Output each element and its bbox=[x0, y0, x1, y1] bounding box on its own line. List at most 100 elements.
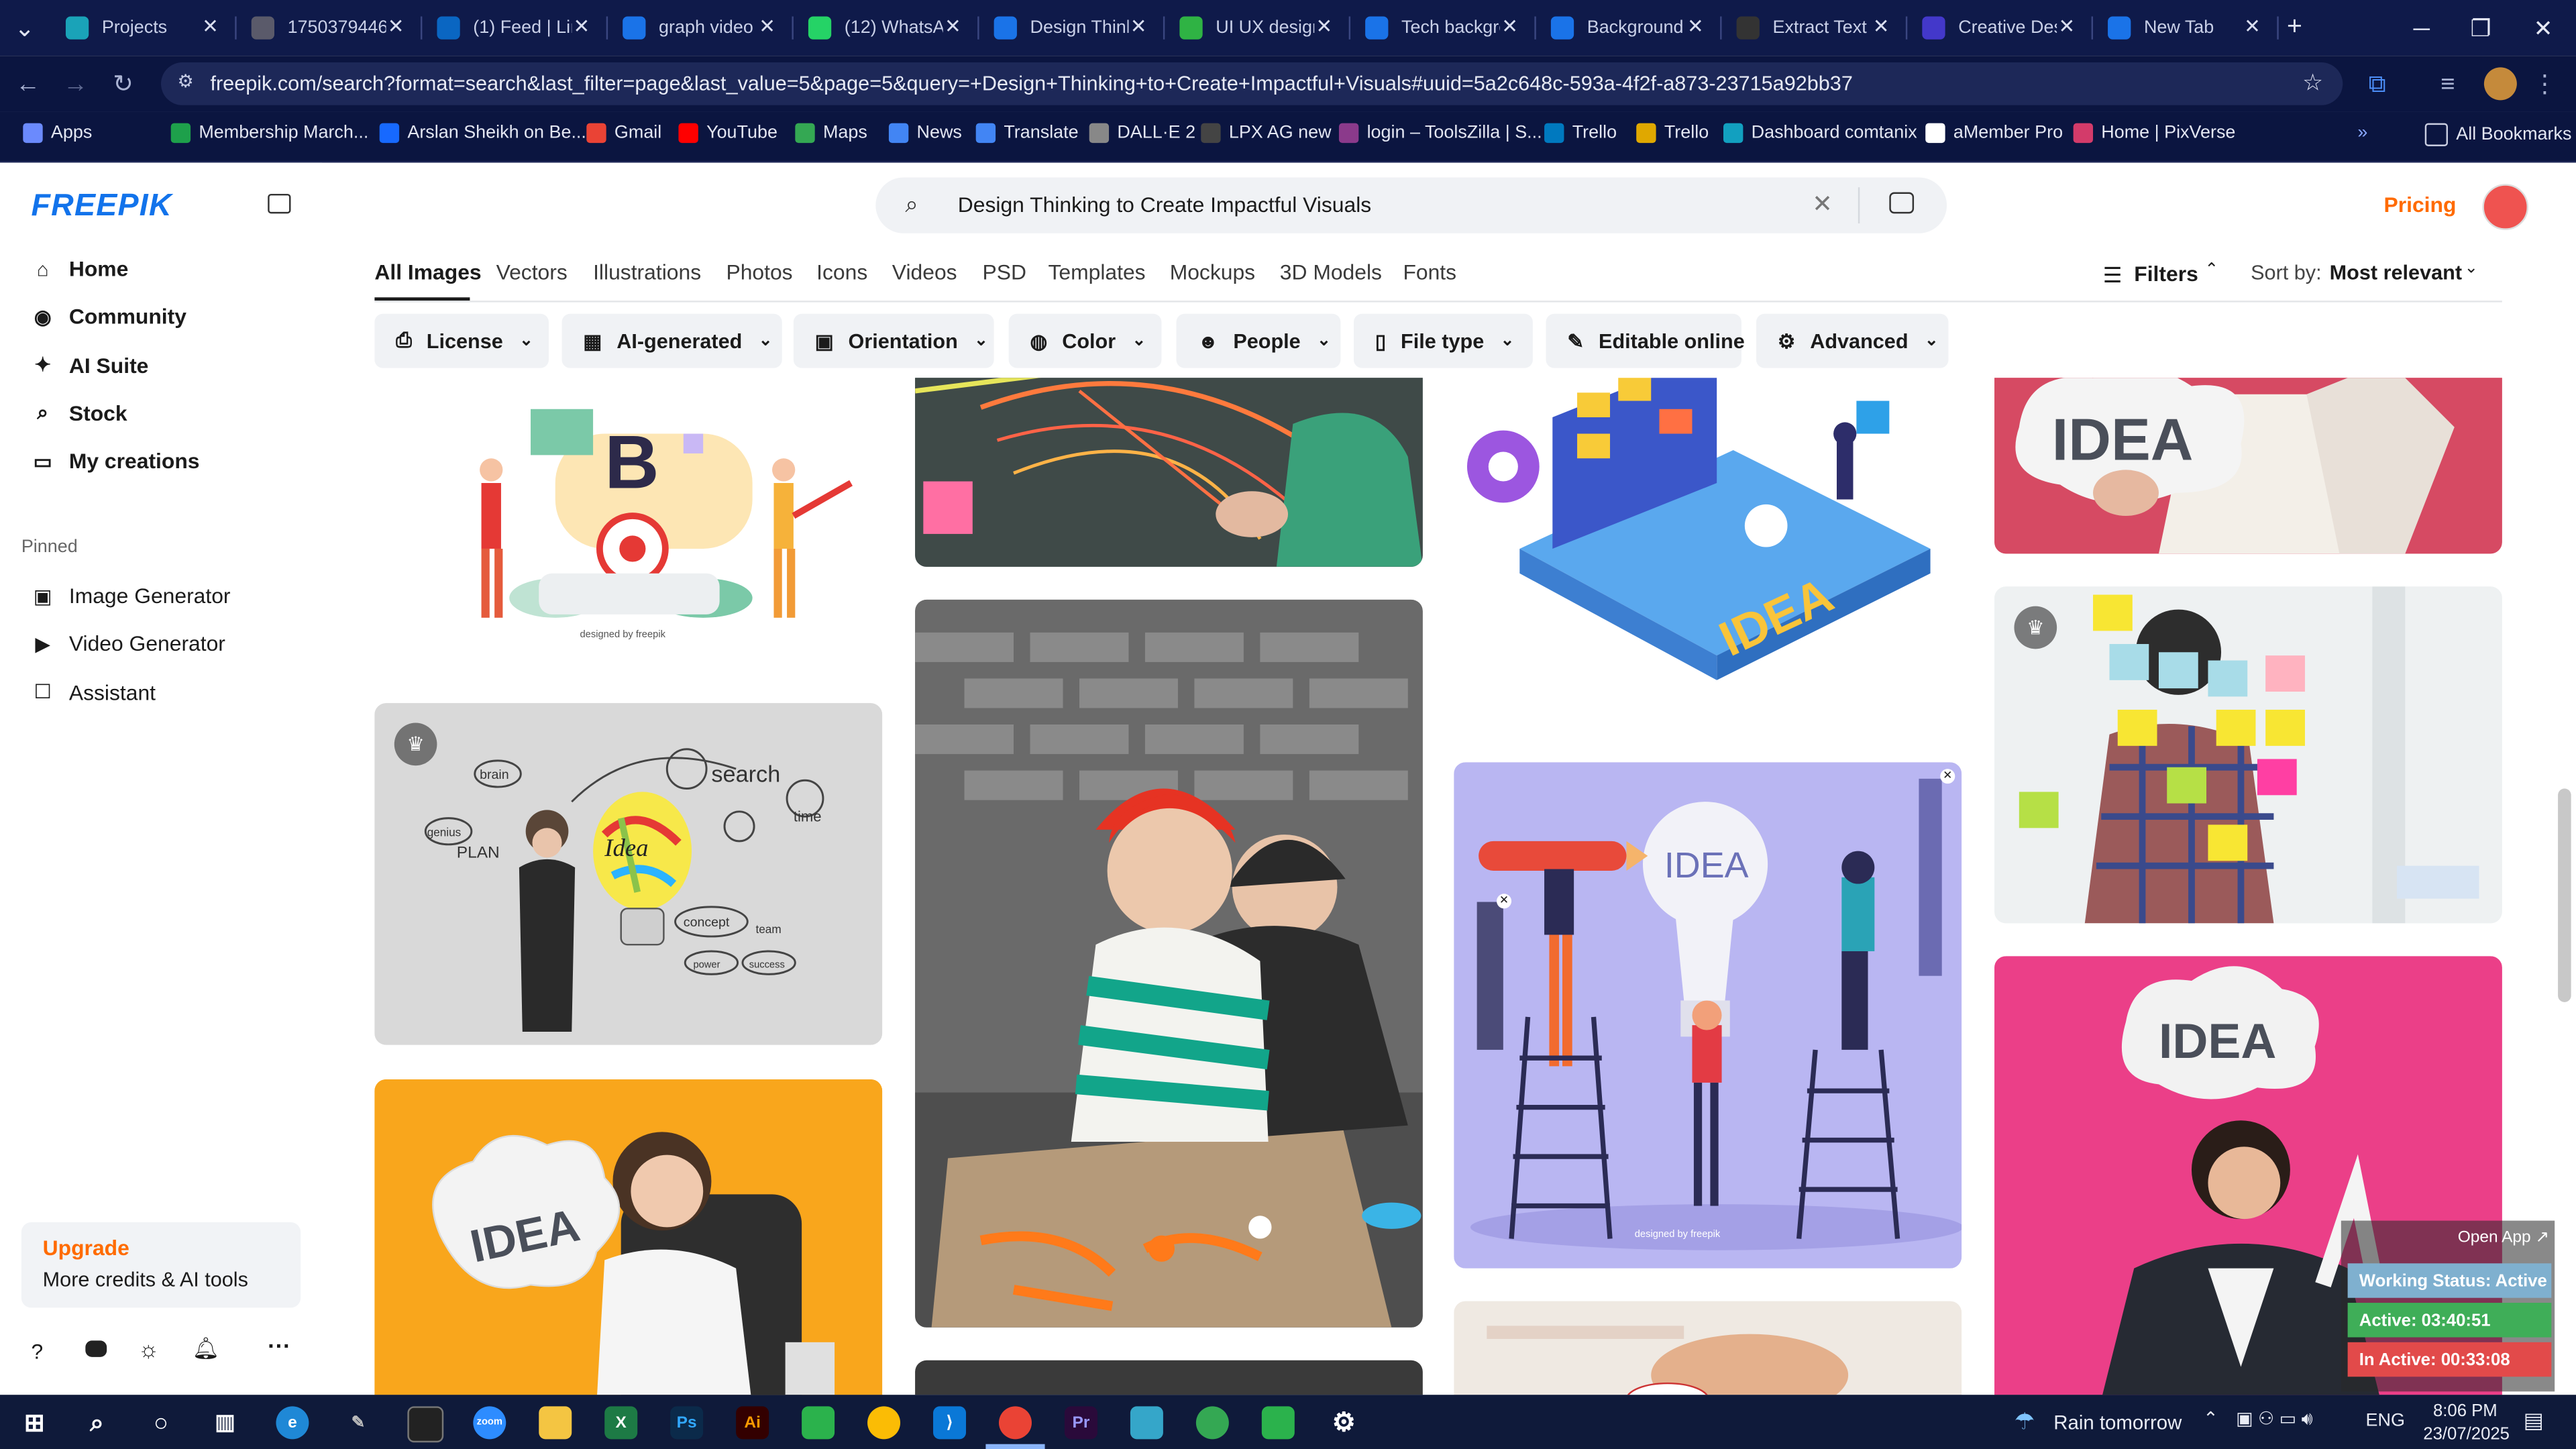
more-bookmarks-icon[interactable]: » bbox=[2357, 123, 2367, 143]
bookmark-item[interactable]: Home | PixVerse bbox=[2073, 123, 2235, 144]
start-icon[interactable]: ⊞ bbox=[18, 1406, 51, 1439]
close-tab-icon[interactable]: ✕ bbox=[1316, 15, 1332, 38]
content-tab-3d-models[interactable]: 3D Models bbox=[1280, 260, 1382, 284]
terminal-icon[interactable] bbox=[407, 1406, 444, 1443]
notifications-icon[interactable]: 🔔︎ bbox=[193, 1336, 219, 1362]
image-card[interactable]: IDEA bbox=[1994, 378, 2502, 554]
close-tab-icon[interactable]: ✕ bbox=[1501, 15, 1518, 38]
settings-gear-icon[interactable]: ⚙ bbox=[1328, 1406, 1360, 1439]
filter-chip-file-type[interactable]: ▯ File type ⌄ bbox=[1353, 313, 1533, 368]
image-card[interactable] bbox=[915, 599, 1423, 1328]
illustrator-icon[interactable]: Ai bbox=[736, 1406, 769, 1440]
browser-tab[interactable]: graph video ✕ bbox=[606, 7, 794, 50]
filter-chip-color[interactable]: ◍ Color ⌄ bbox=[1008, 313, 1162, 368]
close-icon[interactable]: ✕ bbox=[1497, 894, 1512, 909]
browser-tab[interactable]: Creative Des ✕ bbox=[1906, 7, 2094, 50]
bookmark-item[interactable]: Arslan Sheikh on Be... bbox=[379, 123, 586, 144]
minimize-icon[interactable]: ─ bbox=[2392, 0, 2451, 56]
tab-search-chevron-icon[interactable]: ⌄ bbox=[10, 13, 40, 43]
bookmark-item[interactable]: DALL·E 2 bbox=[1089, 123, 1195, 144]
bookmark-item[interactable]: Apps bbox=[23, 123, 92, 144]
bookmark-item[interactable]: login – ToolsZilla | S... bbox=[1338, 123, 1542, 144]
browser-tab[interactable]: Background ✕ bbox=[1534, 7, 1722, 50]
content-tab-photos[interactable]: Photos bbox=[726, 260, 792, 284]
sidebar-item-community[interactable]: ◉ Community bbox=[32, 305, 186, 329]
filters-button[interactable]: Filters bbox=[2134, 261, 2198, 286]
content-tab-psd[interactable]: PSD bbox=[983, 260, 1026, 284]
task-view-icon[interactable]: ▥ bbox=[209, 1406, 241, 1439]
new-tab-button[interactable]: + bbox=[2280, 7, 2320, 50]
notification-center-icon[interactable]: ▤ bbox=[2524, 1408, 2544, 1434]
close-tab-icon[interactable]: ✕ bbox=[2244, 15, 2261, 38]
clock-time[interactable]: 8:06 PM bbox=[2433, 1401, 2498, 1421]
weather-text[interactable]: Rain tomorrow bbox=[2053, 1411, 2182, 1434]
bookmark-item[interactable]: YouTube bbox=[678, 123, 777, 144]
camera-search-icon[interactable] bbox=[1889, 192, 1915, 214]
image-card[interactable]: brain genius PLAN search time concept te… bbox=[374, 703, 883, 1045]
close-tab-icon[interactable]: ✕ bbox=[388, 15, 405, 38]
excel-icon[interactable]: X bbox=[604, 1406, 638, 1440]
chrome-active-icon[interactable] bbox=[998, 1406, 1032, 1440]
sidebar-item-home[interactable]: ⌂ Home bbox=[32, 256, 129, 281]
close-tab-icon[interactable]: ✕ bbox=[1130, 15, 1147, 38]
image-card[interactable]: IDEA bbox=[1454, 378, 1962, 680]
image-card[interactable]: IDEA designed by freepik ✕ ✕ bbox=[1454, 762, 1962, 1269]
language-indicator[interactable]: ENG bbox=[2366, 1411, 2405, 1431]
pinned-item-image-generator[interactable]: ▣ Image Generator bbox=[32, 583, 231, 608]
menu-icon[interactable]: ⋮ bbox=[2530, 69, 2559, 99]
filter-chip-orientation[interactable]: ▣ Orientation ⌄ bbox=[793, 313, 994, 368]
site-info-icon[interactable]: ⚙ bbox=[177, 70, 193, 92]
browser-tab[interactable]: New Tab ✕ bbox=[2092, 7, 2279, 50]
forward-icon[interactable]: → bbox=[61, 69, 91, 99]
bookmark-item[interactable]: aMember Pro bbox=[1925, 123, 2063, 144]
content-tab-videos[interactable]: Videos bbox=[892, 260, 957, 284]
image-card[interactable] bbox=[1454, 1301, 1962, 1395]
address-bar[interactable]: ⚙ freepik.com/search?format=search&last_… bbox=[161, 62, 2343, 105]
bookmark-item[interactable]: Gmail bbox=[586, 123, 661, 144]
close-window-icon[interactable]: ✕ bbox=[2514, 0, 2573, 56]
browser-tab[interactable]: Design Thinking✕ bbox=[977, 7, 1165, 50]
bookmark-item[interactable]: Dashboard comtanix bbox=[1723, 123, 1917, 144]
content-tab-vectors[interactable]: Vectors bbox=[496, 260, 568, 284]
content-tab-mockups[interactable]: Mockups bbox=[1170, 260, 1255, 284]
close-tab-icon[interactable]: ✕ bbox=[759, 15, 775, 38]
browser-tab[interactable]: 17503794462...✕ bbox=[235, 7, 423, 50]
close-tab-icon[interactable]: ✕ bbox=[945, 15, 961, 38]
upgrade-card[interactable]: Upgrade More credits & AI tools bbox=[21, 1222, 301, 1308]
sidebar-item-stock[interactable]: ⌕ Stock bbox=[32, 400, 127, 425]
pen-icon[interactable]: ✎ bbox=[341, 1406, 374, 1439]
user-avatar[interactable] bbox=[2482, 184, 2529, 230]
filter-chip-license[interactable]: ⎙ License ⌄ bbox=[374, 313, 549, 368]
discord-icon[interactable] bbox=[85, 1340, 107, 1357]
image-card[interactable] bbox=[915, 378, 1423, 567]
all-bookmarks[interactable]: All Bookmarks bbox=[2424, 123, 2571, 146]
restore-icon[interactable]: ❐ bbox=[2451, 0, 2510, 56]
close-icon[interactable]: ✕ bbox=[1940, 769, 1955, 784]
zoom-icon[interactable]: zoom bbox=[473, 1406, 506, 1440]
extensions-icon[interactable]: ⧉ bbox=[2363, 69, 2392, 99]
tray-chevron-icon[interactable]: ⌃ bbox=[2203, 1408, 2218, 1429]
chrome-icon[interactable] bbox=[1195, 1406, 1229, 1440]
help-icon[interactable]: ? bbox=[32, 1339, 44, 1364]
bookmark-item[interactable]: LPX AG new bbox=[1201, 123, 1332, 144]
close-tab-icon[interactable]: ✕ bbox=[202, 15, 219, 38]
open-app-link[interactable]: Open App ↗ bbox=[2458, 1229, 2549, 1247]
sidebar-item-ai-suite[interactable]: ✦ AI Suite bbox=[32, 353, 149, 378]
media-controls-icon[interactable]: ≡ bbox=[2433, 69, 2463, 99]
browser-tab[interactable]: Tech background✕ bbox=[1349, 7, 1536, 50]
pinned-item-assistant[interactable]: ☐ Assistant bbox=[32, 680, 156, 704]
photoshop-icon[interactable]: Ps bbox=[670, 1406, 704, 1440]
browser-tab[interactable]: Extract Text ✕ bbox=[1720, 7, 1908, 50]
sidebar-item-my-creations[interactable]: ▭ My creations bbox=[32, 449, 200, 474]
clear-search-icon[interactable]: ✕ bbox=[1812, 189, 1833, 219]
content-tab-icons[interactable]: Icons bbox=[816, 260, 867, 284]
tray-icons[interactable]: ▣ ⚇ ▭ 🔊︎ bbox=[2236, 1408, 2312, 1431]
pricing-link[interactable]: Pricing bbox=[2383, 193, 2456, 217]
freepik-logo[interactable]: FREEPIK bbox=[32, 189, 172, 225]
sort-select[interactable]: Most relevant bbox=[2330, 261, 2462, 284]
clock-date[interactable]: 23/07/2025 bbox=[2423, 1424, 2510, 1444]
filter-chip-advanced[interactable]: ⚙ Advanced ⌄ bbox=[1756, 313, 1949, 368]
profile-avatar[interactable] bbox=[2483, 67, 2517, 101]
browser-tab[interactable]: UI UX design ✕ bbox=[1163, 7, 1351, 50]
vscode-icon[interactable]: ⟩ bbox=[933, 1406, 967, 1440]
